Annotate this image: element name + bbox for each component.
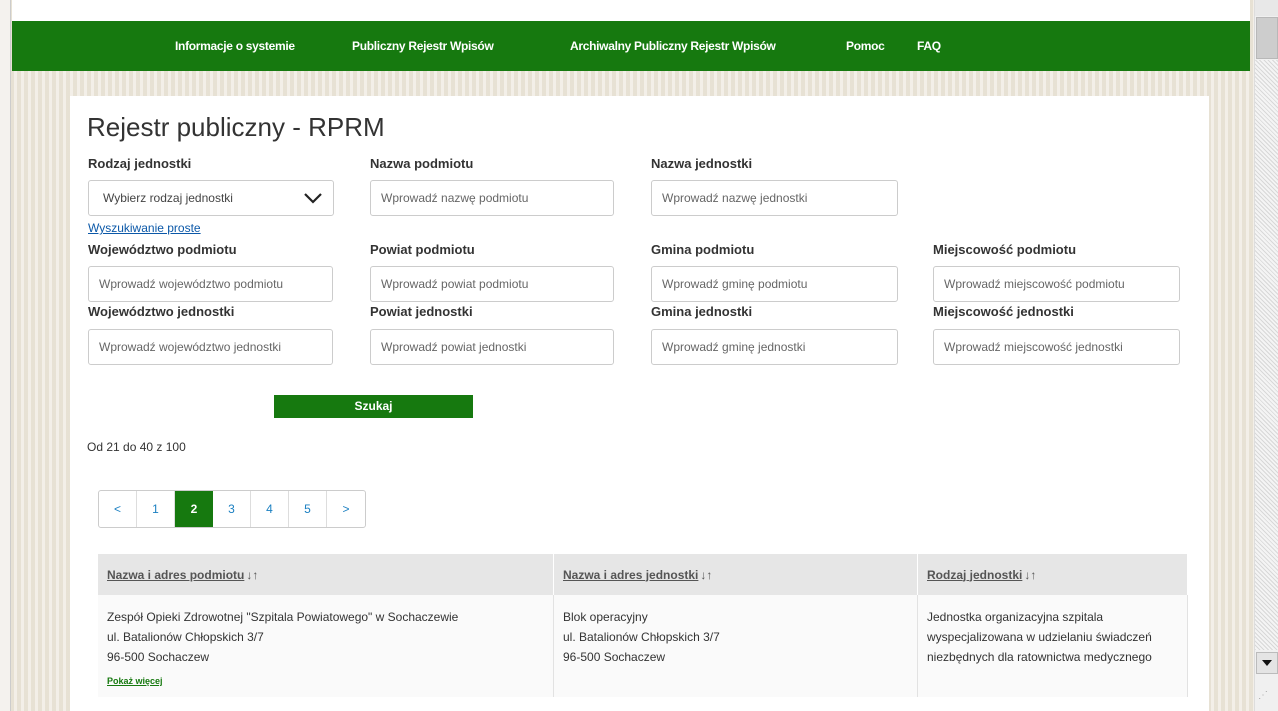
search-panel: Rejestr publiczny - RPRM Rodzaj jednostk… [70,96,1209,711]
chevron-down-icon [304,193,322,204]
page-container: Informacje o systemie Publiczny Rejestr … [12,0,1250,711]
window-left-edge [0,0,11,711]
sort-link-podmiot[interactable]: Nazwa i adres podmiotu [107,568,244,582]
table-header-row: Nazwa i adres podmiotu ↓↑ Nazwa i adres j… [98,554,1188,595]
jednostka-name: Blok operacyjny [563,610,648,624]
label-powiat-jednostki: Powiat jednostki [370,304,473,319]
nav-item-publiczny-rejestr[interactable]: Publiczny Rejestr Wpisów [352,21,494,71]
scroll-track[interactable] [1255,60,1278,650]
results-range-info: Od 21 do 40 z 100 [87,440,186,454]
podmiot-street: ul. Batalionów Chłopskich 3/7 [107,630,264,644]
sort-icon[interactable]: ↓↑ [700,568,712,582]
wojewodztwo-jednostki-input[interactable] [88,329,333,365]
page-title: Rejestr publiczny - RPRM [87,112,385,142]
gmina-podmiotu-input[interactable] [651,266,898,302]
results-table: Nazwa i adres podmiotu ↓↑ Nazwa i adres j… [98,554,1188,697]
pagination-prev[interactable]: < [99,491,137,527]
rodzaj-text: Jednostka organizacyjna szpitala wyspecj… [927,610,1152,664]
resize-grip-icon[interactable]: ⋰ [1258,690,1276,708]
nav-item-informacje[interactable]: Informacje o systemie [175,21,295,71]
nav-item-archiwalny-rejestr[interactable]: Archiwalny Publiczny Rejestr Wpisów [570,21,776,71]
scroll-thumb[interactable] [1256,17,1278,59]
cell-rodzaj: Jednostka organizacyjna szpitala wyspecj… [917,595,1188,697]
cell-jednostka: Blok operacyjny ul. Batalionów Chłopskic… [553,595,918,697]
search-button[interactable]: Szukaj [274,395,473,418]
podmiot-city: 96-500 Sochaczew [107,650,210,664]
column-header-jednostka[interactable]: Nazwa i adres jednostki ↓↑ [553,554,918,595]
arrow-down-icon [1262,660,1272,666]
label-miejscowosc-podmiotu: Miejscowość podmiotu [933,242,1077,257]
nav-item-faq[interactable]: FAQ [917,21,941,71]
powiat-podmiotu-input[interactable] [370,266,614,302]
podmiot-name: Zespół Opieki Zdrowotnej "Szpitala Powia… [107,610,459,624]
pagination-page-2-active[interactable]: 2 [175,491,213,527]
nav-item-pomoc[interactable]: Pomoc [846,21,885,71]
miejscowosc-jednostki-input[interactable] [933,329,1180,365]
nazwa-jednostki-input[interactable] [651,180,898,216]
label-gmina-podmiotu: Gmina podmiotu [651,242,755,257]
miejscowosc-podmiotu-input[interactable] [933,266,1180,302]
pagination-next[interactable]: > [327,491,365,527]
simple-search-link[interactable]: Wyszukiwanie proste [88,221,201,235]
show-more-link[interactable]: Pokaż więcej [107,671,544,691]
rodzaj-jednostki-selected: Wybierz rodzaj jednostki [103,191,233,205]
nazwa-podmiotu-input[interactable] [370,180,614,216]
pagination: < 1 2 3 4 5 > [98,490,366,528]
pagination-page-3[interactable]: 3 [213,491,251,527]
wojewodztwo-podmiotu-input[interactable] [88,266,333,302]
sort-icon[interactable]: ↓↑ [246,568,258,582]
jednostka-street: ul. Batalionów Chłopskich 3/7 [563,630,720,644]
column-header-podmiot[interactable]: Nazwa i adres podmiotu ↓↑ [98,554,554,595]
label-nazwa-podmiotu: Nazwa podmiotu [370,156,474,171]
sort-icon[interactable]: ↓↑ [1024,568,1036,582]
pagination-page-4[interactable]: 4 [251,491,289,527]
cell-podmiot: Zespół Opieki Zdrowotnej "Szpitala Powia… [98,595,554,697]
gmina-jednostki-input[interactable] [651,329,898,365]
scroll-down-button[interactable] [1256,652,1278,674]
label-nazwa-jednostki: Nazwa jednostki [651,156,753,171]
jednostka-city: 96-500 Sochaczew [563,650,666,664]
table-row: Zespół Opieki Zdrowotnej "Szpitala Powia… [98,595,1188,697]
sort-link-rodzaj[interactable]: Rodzaj jednostki [927,568,1022,582]
label-miejscowosc-jednostki: Miejscowość jednostki [933,304,1074,319]
pagination-page-5[interactable]: 5 [289,491,327,527]
vertical-scrollbar[interactable] [1254,0,1278,711]
powiat-jednostki-input[interactable] [370,329,614,365]
label-wojewodztwo-jednostki: Województwo jednostki [88,304,235,319]
label-gmina-jednostki: Gmina jednostki [651,304,753,319]
sort-link-jednostka[interactable]: Nazwa i adres jednostki [563,568,698,582]
column-header-rodzaj[interactable]: Rodzaj jednostki ↓↑ [917,554,1188,595]
label-wojewodztwo-podmiotu: Województwo podmiotu [88,242,237,257]
pagination-page-1[interactable]: 1 [137,491,175,527]
rodzaj-jednostki-select[interactable]: Wybierz rodzaj jednostki [88,180,334,216]
top-spacer [12,0,1250,21]
scroll-up-area[interactable] [1255,0,1278,16]
label-rodzaj-jednostki: Rodzaj jednostki [88,156,192,171]
label-powiat-podmiotu: Powiat podmiotu [370,242,475,257]
main-nav: Informacje o systemie Publiczny Rejestr … [12,21,1250,71]
